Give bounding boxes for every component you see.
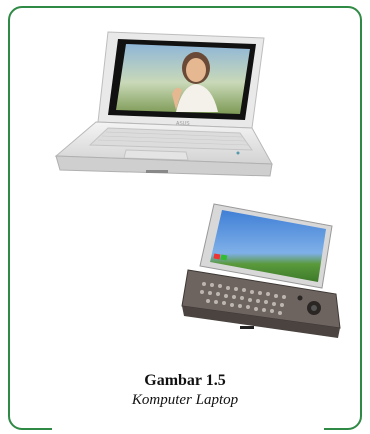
laptop-photo: ASUS: [54, 31, 273, 177]
umpc-photo: [181, 203, 341, 338]
frame-bottom-gap: [52, 428, 324, 434]
figure-caption-subtitle: Komputer Laptop: [131, 392, 239, 408]
figure-caption-title: Gambar 1.5: [144, 372, 226, 389]
